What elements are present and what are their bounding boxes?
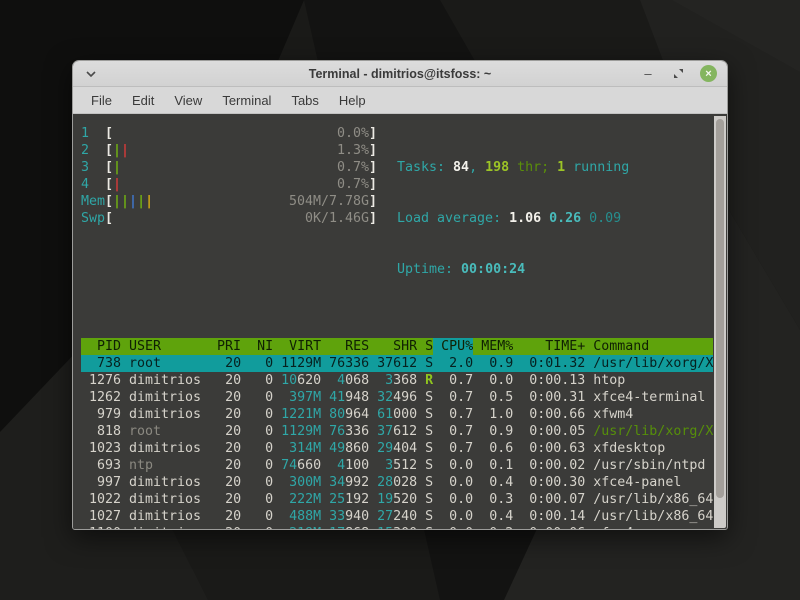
column-header-res[interactable]: RES <box>321 338 369 355</box>
process-row-pid-1276[interactable]: 1276dimitrios2001062040683368R0.70.00:00… <box>81 372 713 389</box>
minimize-button[interactable]: – <box>640 66 656 82</box>
menu-item-edit[interactable]: Edit <box>122 89 164 112</box>
process-row-pid-1100[interactable]: 1100dimitrios200219M1786815300S0.00.20:0… <box>81 525 713 529</box>
titlebar[interactable]: Terminal - dimitrios@itsfoss: ~ – × <box>73 61 727 87</box>
cpu-meter-3: 3[|0.7%] <box>81 159 385 176</box>
column-header-pri[interactable]: PRI <box>209 338 241 355</box>
restore-button[interactable] <box>670 66 686 82</box>
terminal-viewport[interactable]: 1[0.0%]2[||1.3%]3[|0.7%]4[|0.7%]Mem[||||… <box>73 116 727 529</box>
load-15min: 0.09 <box>581 211 621 226</box>
cpu-meter-1: 1[0.0%] <box>81 125 385 142</box>
running-count: 1 <box>557 160 565 175</box>
column-header-mem[interactable]: MEM% <box>473 338 513 355</box>
close-button[interactable]: × <box>700 65 717 82</box>
terminal-window: Terminal - dimitrios@itsfoss: ~ – × File… <box>72 60 728 530</box>
window-menu-chevron-icon[interactable] <box>83 66 99 82</box>
tasks-line: Tasks: 84, 198 thr; 1 running <box>397 159 629 176</box>
process-row-pid-997[interactable]: 997dimitrios200300M3499228028S0.00.40:00… <box>81 474 713 491</box>
scrollbar-thumb[interactable] <box>716 119 724 498</box>
cpu-memory-meters: 1[0.0%]2[||1.3%]3[|0.7%]4[|0.7%]Mem[||||… <box>81 125 385 312</box>
uptime-value: 00:00:24 <box>461 262 525 277</box>
column-header-shr[interactable]: SHR <box>369 338 417 355</box>
desktop-wallpaper: Terminal - dimitrios@itsfoss: ~ – × File… <box>0 0 800 600</box>
load-5min: 0.26 <box>541 211 581 226</box>
system-stats: Tasks: 84, 198 thr; 1 running Load avera… <box>397 125 629 312</box>
tasks-count: 84 <box>453 160 469 175</box>
menu-item-view[interactable]: View <box>164 89 212 112</box>
htop-header-meters: 1[0.0%]2[||1.3%]3[|0.7%]4[|0.7%]Mem[||||… <box>81 125 713 312</box>
cpu-meter-2: 2[||1.3%] <box>81 142 385 159</box>
uptime-label: Uptime: <box>397 262 461 277</box>
thread-count: 198 <box>485 160 509 175</box>
column-header-pid[interactable]: PID <box>81 338 121 355</box>
column-header-virt[interactable]: VIRT <box>273 338 321 355</box>
menu-item-tabs[interactable]: Tabs <box>281 89 328 112</box>
column-header-command[interactable]: Command <box>585 338 713 355</box>
process-row-pid-1262[interactable]: 1262dimitrios200397M4194832496S0.70.50:0… <box>81 389 713 406</box>
menu-item-help[interactable]: Help <box>329 89 376 112</box>
close-icon: × <box>705 68 711 80</box>
menu-item-terminal[interactable]: Terminal <box>212 89 281 112</box>
process-row-pid-693[interactable]: 693ntp2007466041003512S0.00.10:00.02/usr… <box>81 457 713 474</box>
process-row-pid-1022[interactable]: 1022dimitrios200222M2519219520S0.00.30:0… <box>81 491 713 508</box>
column-header-user[interactable]: USER <box>121 338 209 355</box>
process-table: 738root2001129M7633637612S2.00.90:01.32/… <box>81 355 713 529</box>
process-table-header: PIDUSERPRINIVIRTRESSHRSCPU%MEM%TIME+Comm… <box>81 338 713 355</box>
scrollbar[interactable] <box>714 116 726 528</box>
load-label: Load average: <box>397 211 509 226</box>
column-header-cpu[interactable]: CPU% <box>433 338 473 355</box>
swap-meter: Swp[0K/1.46G] <box>81 210 385 227</box>
process-row-pid-818[interactable]: 818root2001129M7633637612S0.70.90:00.05/… <box>81 423 713 440</box>
process-row-pid-979[interactable]: 979dimitrios2001221M8096461000S0.71.00:0… <box>81 406 713 423</box>
cpu-meter-4: 4[|0.7%] <box>81 176 385 193</box>
column-header-s[interactable]: S <box>417 338 433 355</box>
tasks-label: Tasks: <box>397 160 453 175</box>
process-row-pid-738[interactable]: 738root2001129M7633637612S2.00.90:01.32/… <box>81 355 713 372</box>
process-row-pid-1027[interactable]: 1027dimitrios200488M3394027240S0.00.40:0… <box>81 508 713 525</box>
process-row-pid-1023[interactable]: 1023dimitrios200314M4986029404S0.70.60:0… <box>81 440 713 457</box>
column-header-time[interactable]: TIME+ <box>513 338 585 355</box>
uptime-line: Uptime: 00:00:24 <box>397 261 629 278</box>
column-header-ni[interactable]: NI <box>241 338 273 355</box>
window-title: Terminal - dimitrios@itsfoss: ~ <box>73 67 727 81</box>
load-1min: 1.06 <box>509 211 541 226</box>
memory-meter: Mem[|||||504M/7.78G] <box>81 193 385 210</box>
load-average-line: Load average: 1.06 0.26 0.09 <box>397 210 629 227</box>
menubar: FileEditViewTerminalTabsHelp <box>73 87 727 114</box>
menu-item-file[interactable]: File <box>81 89 122 112</box>
